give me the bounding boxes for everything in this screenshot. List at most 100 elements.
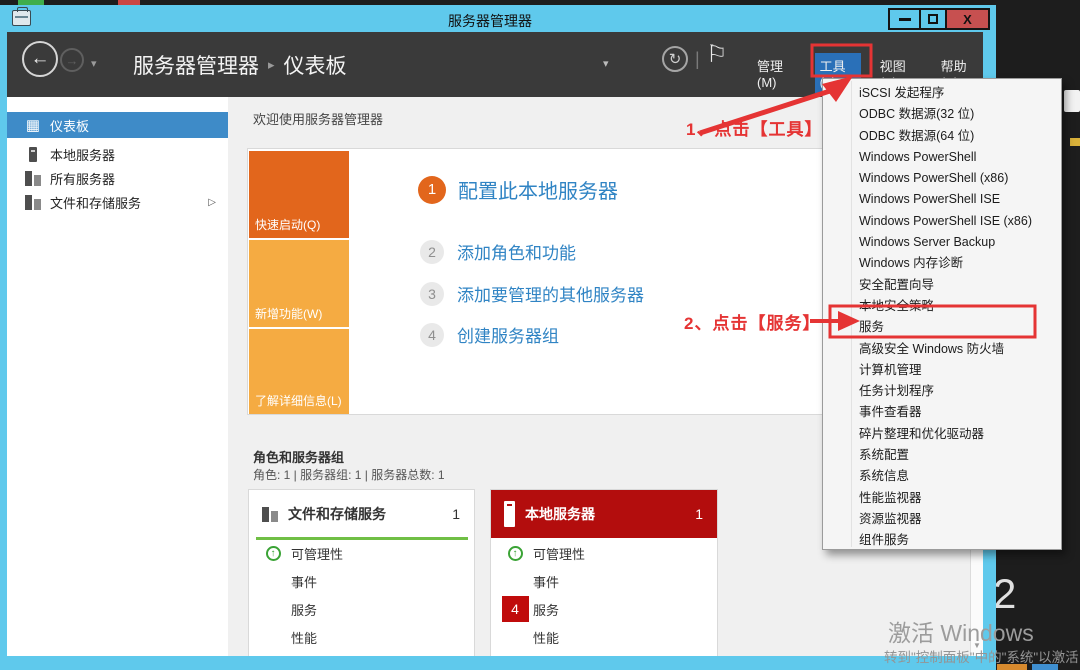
file-storage-icon: [262, 507, 278, 522]
desktop-icon: [1064, 90, 1080, 112]
tile-row[interactable]: ↑可管理性: [491, 540, 717, 566]
back-button[interactable]: ←: [22, 41, 58, 77]
tools-menu-item[interactable]: 本地安全策略: [823, 296, 1061, 317]
tile-row[interactable]: BPA 结果: [249, 650, 474, 656]
sidebar-item-label: 所有服务器: [50, 169, 115, 188]
minimize-button[interactable]: [888, 8, 921, 30]
quick-step[interactable]: 2 添加角色和功能: [420, 239, 576, 264]
tools-menu-item[interactable]: 碎片整理和优化驱动器: [823, 424, 1061, 445]
tile-row-label: 服务: [533, 600, 559, 619]
activate-windows-watermark: 激活 Windows: [888, 614, 1034, 648]
tile-header[interactable]: 文件和存储服务 1: [249, 490, 474, 538]
tools-menu-item[interactable]: Windows PowerShell ISE (x86): [823, 211, 1061, 232]
maximize-icon: [928, 14, 938, 24]
quick-step[interactable]: 4创建服务器组: [420, 322, 559, 347]
tile-row-slot: ↑: [497, 546, 533, 561]
step-number: 1: [418, 176, 446, 204]
file-storage-icon: [25, 195, 41, 210]
screen: 2 服务器管理器 X ← → ▾ 服务器管理器 ▸ 仪表板 ▾ ↻ | ⚐ 管理…: [0, 0, 1080, 670]
sidebar-item-label: 仪表板: [50, 116, 89, 135]
step-label: 配置此本地服务器: [458, 175, 618, 204]
refresh-icon[interactable]: ↻: [662, 46, 688, 72]
chevron-down-icon[interactable]: ▾: [603, 57, 609, 70]
tools-menu-item[interactable]: Windows PowerShell (x86): [823, 168, 1061, 189]
quick-link[interactable]: 新增功能(W): [249, 240, 349, 327]
role-tile: 文件和存储服务 1 ↑ 可管理性事件服务性能BPA 结果: [248, 489, 475, 656]
tile-row-label: 性能: [533, 628, 559, 647]
step-number: 3: [420, 282, 444, 306]
tile-row[interactable]: 性能: [491, 624, 717, 650]
roles-heading: 角色和服务器组: [253, 447, 344, 466]
expand-arrow-icon[interactable]: ▷: [208, 197, 216, 208]
tools-menu-item[interactable]: 计算机管理: [823, 360, 1061, 381]
tile-row[interactable]: 性能: [249, 624, 474, 650]
notifications-flag-icon[interactable]: ⚐: [706, 40, 728, 69]
step-number: 4: [420, 323, 444, 347]
manageability-up-icon: ↑: [266, 546, 281, 561]
tools-menu-item[interactable]: ODBC 数据源(32 位): [823, 104, 1061, 125]
step-number: 2: [420, 240, 444, 264]
sidebar-item[interactable]: 本地服务器: [7, 142, 228, 166]
tile-row-label: 事件: [291, 572, 317, 591]
tile-row-label: 服务: [291, 600, 317, 619]
tile-row[interactable]: 事件: [249, 568, 474, 594]
quick-link[interactable]: 快速启动(Q): [249, 151, 349, 238]
tools-menu-item[interactable]: 系统配置: [823, 445, 1061, 466]
tools-menu-item[interactable]: 性能监视器: [823, 488, 1061, 509]
tile-title: 本地服务器: [525, 504, 595, 524]
quick-link[interactable]: 了解详细信息(L): [249, 329, 349, 414]
tile-row-slot: ↑: [255, 546, 291, 561]
chevron-down-icon[interactable]: ▾: [91, 57, 97, 70]
tools-menu-item[interactable]: 系统信息: [823, 466, 1061, 487]
tools-menu-item[interactable]: Windows Server Backup: [823, 232, 1061, 253]
sidebar-item[interactable]: 文件和存储服务▷: [7, 190, 228, 214]
tile-count: 1: [452, 506, 460, 522]
roles-stats: 角色: 1 | 服务器组: 1 | 服务器总数: 1: [253, 466, 445, 483]
window-titlebar[interactable]: 服务器管理器 X: [0, 5, 996, 32]
alert-badge: 4: [502, 596, 529, 622]
tile-header[interactable]: 本地服务器1: [491, 490, 717, 538]
tools-menu-item[interactable]: 组件服务: [823, 530, 1061, 551]
divider: |: [695, 49, 700, 70]
tools-menu-item[interactable]: 安全配置向导: [823, 275, 1061, 296]
step-label: 添加角色和功能: [457, 239, 576, 264]
tools-menu-item[interactable]: Windows PowerShell: [823, 147, 1061, 168]
quick-step[interactable]: 3添加要管理的其他服务器: [420, 281, 644, 306]
local-server-icon: [29, 147, 37, 162]
tools-menu-item[interactable]: ODBC 数据源(64 位): [823, 126, 1061, 147]
tools-menu-item[interactable]: 高级安全 Windows 防火墙: [823, 339, 1061, 360]
tile-row[interactable]: 4服务: [491, 596, 717, 622]
sidebar-item[interactable]: 仪表板: [7, 112, 228, 138]
file-storage-icon: [23, 195, 43, 210]
tools-menu-item[interactable]: Windows PowerShell ISE: [823, 189, 1061, 210]
tools-menu-item[interactable]: 服务: [823, 317, 1061, 338]
sidebar-item[interactable]: 所有服务器: [7, 166, 228, 190]
tools-dropdown-menu: iSCSI 发起程序ODBC 数据源(32 位)ODBC 数据源(64 位)Wi…: [822, 78, 1062, 550]
tile-title: 文件和存储服务: [288, 504, 386, 524]
window-title: 服务器管理器: [0, 11, 980, 31]
tools-menu-item[interactable]: iSCSI 发起程序: [823, 83, 1061, 104]
tile-row-label: 事件: [533, 572, 559, 591]
nav-menu-item[interactable]: 管理(M): [752, 53, 801, 93]
tile-row[interactable]: 事件: [491, 568, 717, 594]
manageability-up-icon: ↑: [508, 546, 523, 561]
close-button[interactable]: X: [945, 8, 990, 30]
breadcrumb: 服务器管理器 ▸ 仪表板: [133, 50, 347, 80]
file-storage-icon: [262, 507, 278, 522]
tools-menu-item[interactable]: 资源监视器: [823, 509, 1061, 530]
tools-menu-item[interactable]: 任务计划程序: [823, 381, 1061, 402]
local-server-icon: [504, 501, 515, 527]
tools-menu-item[interactable]: 事件查看器: [823, 402, 1061, 423]
forward-button[interactable]: →: [60, 48, 84, 72]
tile-row[interactable]: BPA 结果: [491, 650, 717, 656]
maximize-button[interactable]: [919, 8, 947, 30]
tile-row[interactable]: 服务: [249, 596, 474, 622]
tile-row-slot: 4: [497, 596, 533, 622]
breadcrumb-root[interactable]: 服务器管理器: [133, 50, 259, 80]
tile-row[interactable]: ↑ 可管理性: [249, 540, 474, 566]
tools-menu-item[interactable]: Windows 内存诊断: [823, 253, 1061, 274]
tile-row-label: 可管理性: [291, 544, 343, 563]
sidebar: 仪表板本地服务器所有服务器文件和存储服务▷: [7, 97, 228, 656]
quick-step[interactable]: 1 配置此本地服务器: [418, 175, 618, 204]
welcome-title: 欢迎使用服务器管理器: [253, 109, 383, 128]
